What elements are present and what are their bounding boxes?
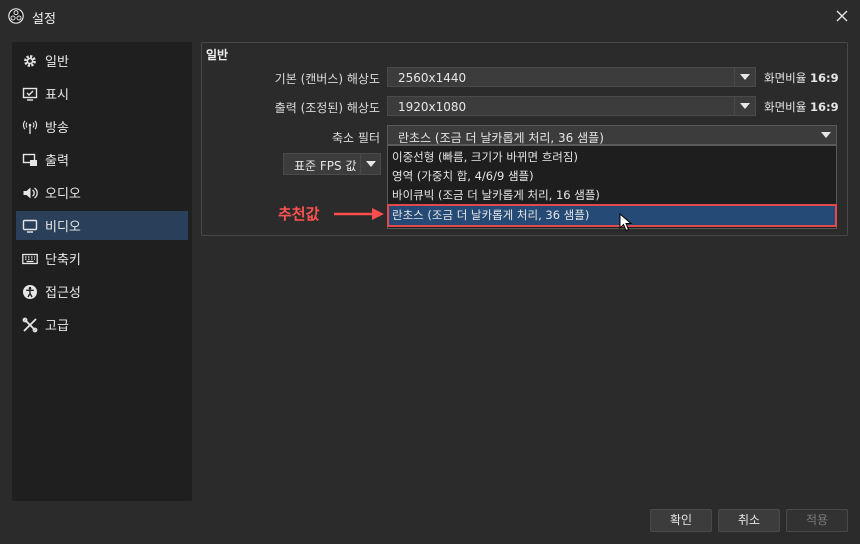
sidebar-item-label: 오디오	[45, 187, 81, 202]
keyboard-icon	[22, 251, 38, 267]
chevron-down-icon[interactable]	[734, 97, 755, 115]
sidebar-item-label: 일반	[45, 55, 69, 70]
output-icon	[22, 152, 38, 168]
settings-sidebar: 일반 표시 방송 출력 오디오 비디오 단축키 접근성 고급	[12, 42, 192, 501]
sidebar-item-video[interactable]: 비디오	[16, 211, 188, 240]
title-bar	[0, 0, 860, 32]
close-icon[interactable]	[830, 4, 854, 28]
base-resolution-label: 기본 (캔버스) 해상도	[274, 72, 380, 86]
sidebar-item-display[interactable]: 표시	[16, 79, 188, 108]
downscale-filter-value: 란초스 (조금 더 날카롭게 처리, 36 샘플)	[398, 131, 604, 145]
sidebar-item-label: 출력	[45, 154, 69, 169]
chevron-down-icon[interactable]	[734, 68, 755, 86]
tools-icon	[22, 317, 38, 333]
sidebar-item-label: 방송	[45, 121, 69, 136]
downscale-filter-dropdown: 이중선형 (빠름, 크기가 바뀌면 흐려짐) 영역 (가중치 합, 4/6/9 …	[387, 145, 837, 229]
filter-option-lanczos[interactable]: 란초스 (조금 더 날카롭게 처리, 36 샘플)	[387, 204, 837, 227]
base-resolution-value: 2560x1440	[398, 71, 467, 85]
speaker-icon	[22, 185, 38, 201]
section-title: 일반	[206, 48, 229, 62]
obs-logo-icon	[8, 8, 24, 24]
aspect-ratio-prefix: 화면비율	[764, 100, 807, 114]
sidebar-item-general[interactable]: 일반	[16, 46, 188, 75]
downscale-filter-combo[interactable]: 란초스 (조금 더 날카롭게 처리, 36 샘플)	[387, 125, 837, 145]
aspect-ratio-value: 16:9	[809, 100, 839, 114]
monitor-check-icon	[22, 86, 38, 102]
filter-option-bicubic[interactable]: 바이큐빅 (조금 더 날카롭게 처리, 16 샘플)	[389, 186, 835, 205]
sidebar-item-audio[interactable]: 오디오	[16, 178, 188, 207]
sidebar-item-advanced[interactable]: 고급	[16, 310, 188, 339]
sidebar-item-accessibility[interactable]: 접근성	[16, 277, 188, 306]
downscale-filter-label: 축소 필터	[332, 131, 380, 145]
filter-option-area[interactable]: 영역 (가중치 합, 4/6/9 샘플)	[389, 167, 835, 186]
gear-icon	[22, 53, 38, 69]
base-aspect-ratio: 화면비율 16:9	[764, 70, 839, 86]
output-aspect-ratio: 화면비율 16:9	[764, 99, 839, 115]
accessibility-icon	[22, 284, 38, 300]
chevron-down-icon[interactable]	[816, 126, 836, 144]
window-title: 설정	[32, 12, 56, 27]
cancel-button[interactable]: 취소	[718, 509, 780, 532]
base-resolution-combo[interactable]: 2560x1440	[387, 67, 756, 87]
aspect-ratio-prefix: 화면비율	[764, 71, 807, 85]
output-resolution-combo[interactable]: 1920x1080	[387, 96, 756, 116]
aspect-ratio-value: 16:9	[809, 71, 839, 85]
output-resolution-value: 1920x1080	[398, 100, 467, 114]
sidebar-item-label: 접근성	[45, 286, 81, 301]
antenna-icon	[22, 119, 38, 135]
output-resolution-label: 출력 (조정된) 해상도	[274, 101, 380, 115]
sidebar-item-label: 표시	[45, 88, 69, 103]
chevron-down-icon[interactable]	[360, 154, 381, 174]
sidebar-item-label: 단축키	[45, 253, 81, 268]
fps-type-combo[interactable]: 표준 FPS 값	[283, 153, 381, 175]
sidebar-item-output[interactable]: 출력	[16, 145, 188, 174]
mouse-cursor-icon	[619, 213, 633, 232]
monitor-icon	[22, 218, 38, 234]
recommended-annotation: 추천값	[278, 205, 320, 223]
ok-button[interactable]: 확인	[650, 509, 712, 532]
apply-button[interactable]: 적용	[786, 509, 848, 532]
arrow-right-icon	[334, 208, 384, 220]
sidebar-item-label: 비디오	[45, 220, 81, 235]
sidebar-item-stream[interactable]: 방송	[16, 112, 188, 141]
filter-option-bilinear[interactable]: 이중선형 (빠름, 크기가 바뀌면 흐려짐)	[389, 148, 835, 167]
sidebar-item-hotkeys[interactable]: 단축키	[16, 244, 188, 273]
fps-type-label: 표준 FPS 값	[294, 159, 357, 173]
sidebar-item-label: 고급	[45, 319, 69, 334]
